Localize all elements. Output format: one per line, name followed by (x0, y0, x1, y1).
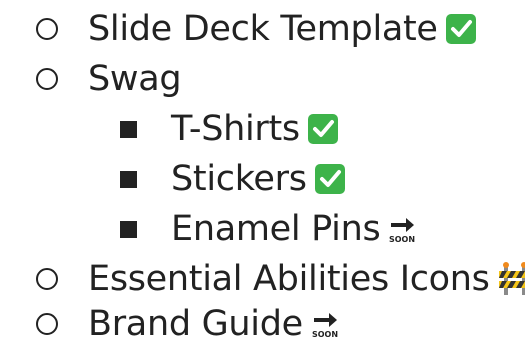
nested-bullet-list: Slide Deck Template Swag T-Shirts Sticke… (0, 0, 525, 348)
list-item-label: Slide Deck Template (88, 9, 438, 49)
list-item-label: Swag (88, 59, 182, 99)
list-item-label: T-Shirts (171, 109, 300, 149)
check-mark-button-icon (445, 14, 476, 44)
hollow-circle-bullet (36, 68, 58, 90)
list-item-label: Brand Guide (88, 304, 303, 344)
construction-icon (498, 262, 525, 296)
filled-square-bullet (120, 170, 137, 188)
soon-icon-text: SOON (389, 235, 415, 244)
soon-arrow-icon: SOON (311, 309, 339, 339)
filled-square-bullet (120, 120, 137, 138)
hollow-circle-bullet (36, 313, 58, 335)
check-mark-button-icon (307, 114, 338, 144)
hollow-circle-bullet (36, 18, 58, 40)
filled-square-bullet (120, 220, 137, 238)
soon-arrow-icon: SOON (388, 214, 416, 244)
list-item-label: Stickers (171, 159, 307, 199)
soon-icon-text: SOON (312, 330, 338, 339)
list-item-label: Enamel Pins (171, 209, 381, 249)
hollow-circle-bullet (36, 268, 58, 290)
list-item-brand-guide: Brand Guide SOON (36, 295, 339, 348)
check-mark-button-icon (314, 164, 345, 194)
list-item-label: Essential Abilities Icons (88, 259, 490, 299)
